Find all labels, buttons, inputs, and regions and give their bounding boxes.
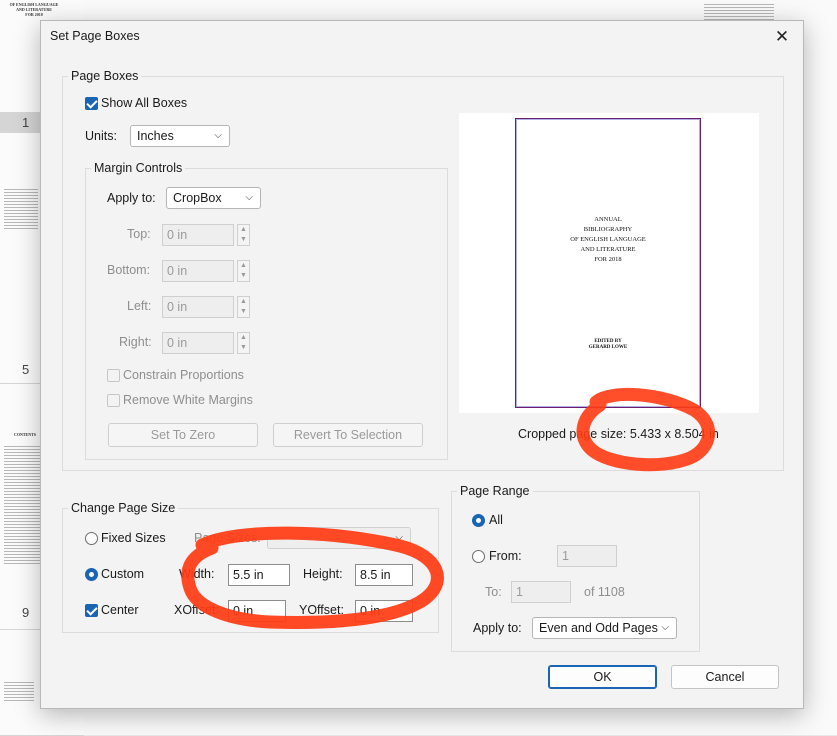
- page-range-apply-to-value: Even and Odd Pages: [539, 621, 658, 635]
- left-margin-field[interactable]: 0 in: [162, 296, 234, 318]
- chevron-down-icon: ⌵: [245, 192, 253, 203]
- custom-radio[interactable]: [85, 568, 98, 581]
- set-page-boxes-dialog: Set Page Boxes ✕ Page Boxes Show All Box…: [40, 20, 804, 709]
- dialog-titlebar[interactable]: Set Page Boxes ✕: [41, 21, 803, 53]
- show-all-boxes-checkbox[interactable]: [85, 97, 98, 110]
- fixed-sizes-label: Fixed Sizes: [101, 531, 166, 545]
- xoffset-field[interactable]: 0 in: [228, 600, 286, 622]
- width-label: Width:: [179, 567, 215, 581]
- ok-button[interactable]: OK: [548, 665, 657, 689]
- height-label: Height:: [303, 567, 343, 581]
- show-all-boxes-label: Show All Boxes: [101, 96, 188, 110]
- margin-controls-title: Margin Controls: [91, 161, 186, 175]
- margin-controls-group: [85, 168, 448, 460]
- all-pages-label: All: [489, 513, 503, 527]
- yoffset-field[interactable]: 0 in: [355, 600, 413, 622]
- change-page-size-title: Change Page Size: [68, 501, 179, 515]
- bottom-margin-field[interactable]: 0 in: [162, 260, 234, 282]
- page-range-apply-to-dropdown[interactable]: Even and Odd Pages ⌵: [532, 617, 677, 639]
- from-radio[interactable]: [472, 550, 485, 563]
- left-margin-stepper[interactable]: ▲ ▼: [237, 296, 250, 318]
- units-dropdown[interactable]: Inches ⌵: [130, 125, 230, 147]
- page-sizes-label: Page Sizes:: [194, 531, 261, 545]
- page-range-apply-to-label: Apply to:: [473, 621, 522, 635]
- top-margin-field[interactable]: 0 in: [162, 224, 234, 246]
- right-margin-stepper[interactable]: ▲ ▼: [237, 332, 250, 354]
- total-pages-label: of 1108: [584, 585, 625, 599]
- set-to-zero-button[interactable]: Set To Zero: [108, 423, 258, 447]
- apply-to-dropdown[interactable]: CropBox ⌵: [166, 187, 261, 209]
- page-boxes-group-title: Page Boxes: [68, 69, 142, 83]
- dialog-title: Set Page Boxes: [50, 29, 140, 43]
- to-page-field[interactable]: 1: [511, 581, 571, 603]
- yoffset-label: YOffset:: [299, 603, 344, 617]
- from-page-field[interactable]: 1: [557, 545, 617, 567]
- remove-white-margins-checkbox[interactable]: [107, 394, 120, 407]
- from-label: From:: [489, 549, 522, 563]
- chevron-down-icon: ⌵: [214, 130, 222, 141]
- width-field[interactable]: 5.5 in: [228, 564, 290, 586]
- chevron-down-icon: ⌵: [661, 622, 669, 633]
- thumbnail-text: OF ENGLISH LANGUAGE AND LITERATURE FOR 2…: [9, 2, 59, 17]
- center-label: Center: [101, 603, 139, 617]
- thumbnail-text-lines: [4, 682, 34, 702]
- apply-to-value: CropBox: [173, 191, 222, 205]
- top-margin-stepper[interactable]: ▲ ▼: [237, 224, 250, 246]
- to-label: To:: [485, 585, 502, 599]
- crop-box-outline: ANNUAL BIBLIOGRAPHY OF ENGLISH LANGUAGE …: [515, 118, 701, 408]
- constrain-proportions-label: Constrain Proportions: [123, 368, 244, 382]
- preview-page-author: EDITED BY GERARD LOWE: [588, 339, 628, 350]
- left-label: Left:: [127, 299, 152, 313]
- xoffset-label: XOffset:: [174, 603, 219, 617]
- custom-label: Custom: [101, 567, 145, 581]
- cropped-page-size: Cropped page size: 5.433 x 8.504 in: [518, 427, 719, 441]
- chevron-down-icon: ⌵: [395, 532, 403, 543]
- close-icon[interactable]: ✕: [769, 24, 795, 50]
- cancel-button[interactable]: Cancel: [671, 665, 779, 689]
- units-value: Inches: [137, 129, 174, 143]
- page-sizes-dropdown[interactable]: ⌵: [267, 527, 411, 549]
- all-pages-radio[interactable]: [472, 514, 485, 527]
- thumbnail-text: CONTENTS: [14, 432, 37, 437]
- top-label: Top:: [127, 227, 151, 241]
- remove-white-margins-label: Remove White Margins: [123, 393, 253, 407]
- apply-to-label: Apply to:: [107, 191, 156, 205]
- right-margin-field[interactable]: 0 in: [162, 332, 234, 354]
- revert-to-selection-button[interactable]: Revert To Selection: [273, 423, 423, 447]
- bottom-label: Bottom:: [107, 263, 151, 277]
- right-label: Right:: [119, 335, 152, 349]
- constrain-proportions-checkbox[interactable]: [107, 369, 120, 382]
- thumbnail-text-lines: [4, 446, 44, 566]
- height-field[interactable]: 8.5 in: [355, 564, 413, 586]
- page-preview: ANNUAL BIBLIOGRAPHY OF ENGLISH LANGUAGE …: [459, 113, 759, 413]
- fixed-sizes-radio[interactable]: [85, 532, 98, 545]
- thumbnail-text-lines: [4, 189, 38, 229]
- units-label: Units:: [85, 129, 117, 143]
- page-range-title: Page Range: [457, 484, 533, 498]
- bottom-margin-stepper[interactable]: ▲ ▼: [237, 260, 250, 282]
- center-checkbox[interactable]: [85, 604, 98, 617]
- preview-page-title: ANNUAL BIBLIOGRAPHY OF ENGLISH LANGUAGE …: [570, 216, 646, 263]
